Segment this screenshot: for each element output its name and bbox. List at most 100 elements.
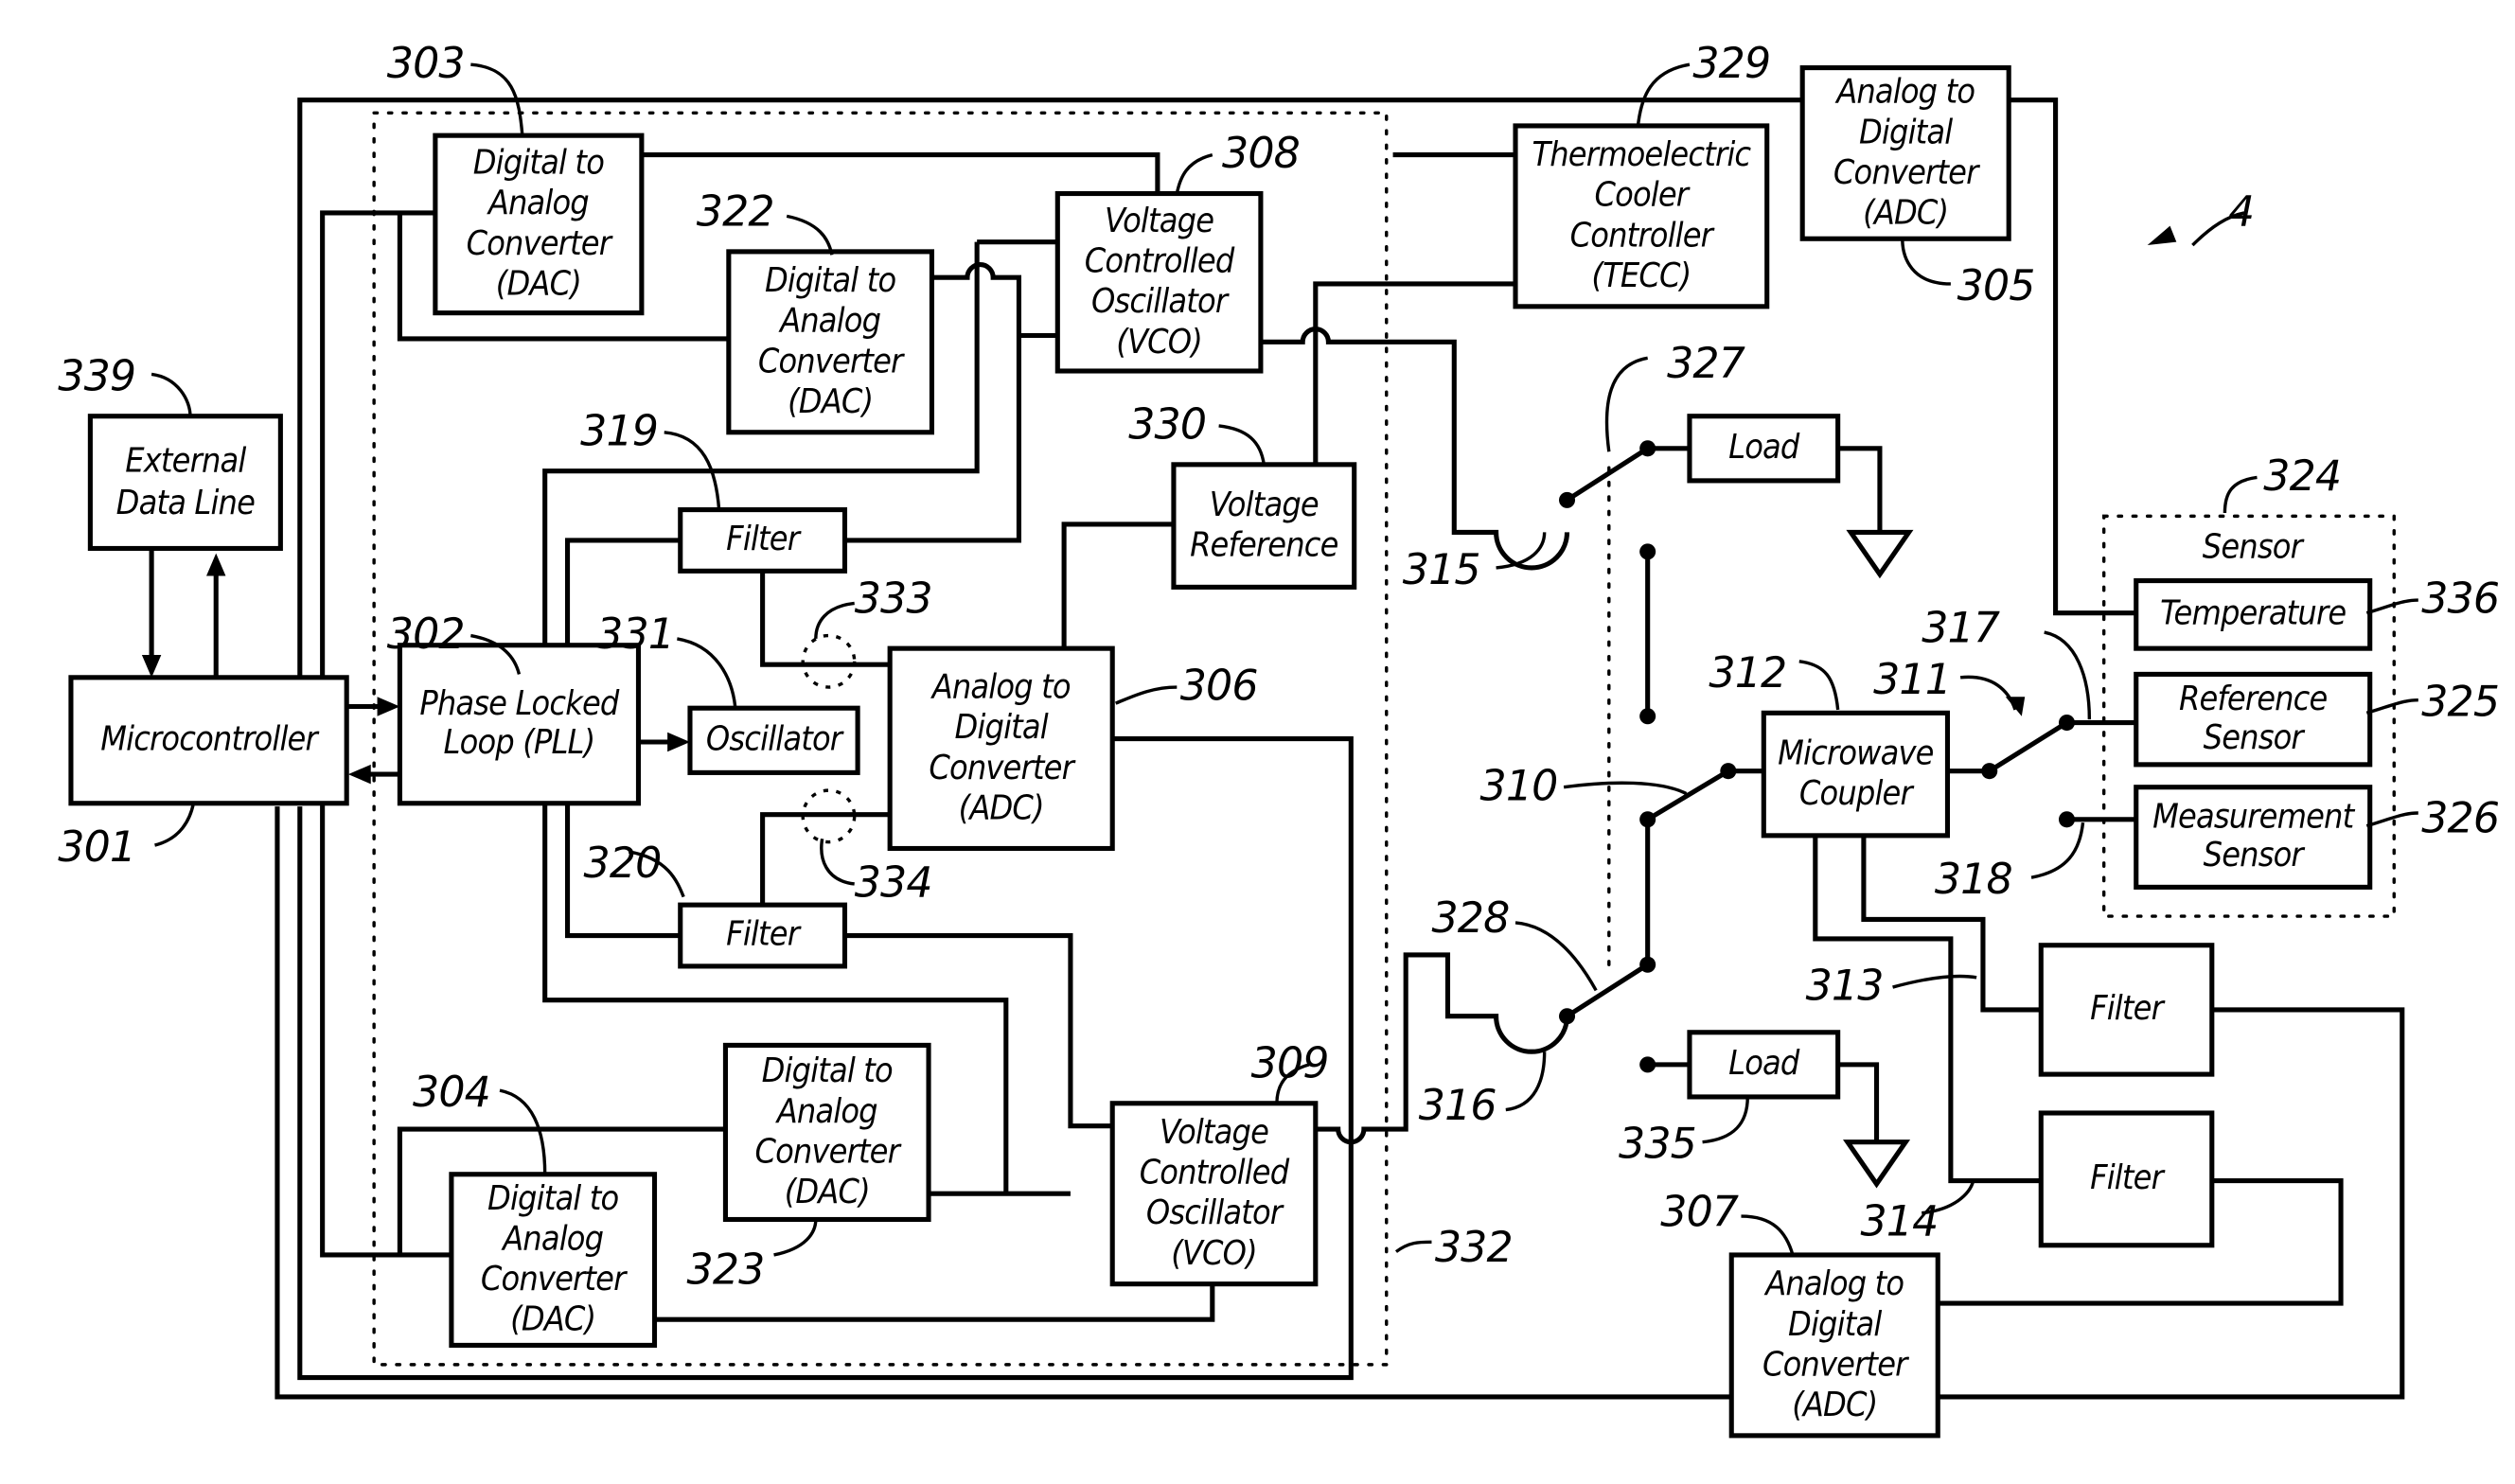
switch-328-arm — [1566, 963, 1650, 1018]
load-bottom-block: Load — [1687, 1030, 1841, 1100]
dac-304-label-line: Analog — [501, 1219, 603, 1258]
tecc-label-line: Thermoelectric — [1532, 135, 1751, 174]
external-data-line-label-line: Data Line — [116, 484, 255, 522]
filter-313-label-line: Filter — [2090, 989, 2166, 1028]
filter-319-label-line: Filter — [726, 520, 802, 558]
switch-328-contact — [1639, 956, 1656, 973]
switch-311-contact — [2058, 715, 2076, 732]
load-bottom-label-line: Load — [1728, 1044, 1800, 1083]
tecc-label-line: (TECC) — [1591, 256, 1691, 295]
filter-314-block: Filter — [2038, 1110, 2215, 1248]
temperature-label-line: Temperature — [2160, 594, 2346, 633]
switch-311-arm — [1988, 720, 2068, 773]
ref-302: 302 — [387, 610, 465, 659]
ref-317: 317 — [1922, 604, 2000, 652]
load-top-label-line: Load — [1728, 428, 1800, 467]
ref-339: 339 — [58, 352, 135, 400]
voltage-reference-block: VoltageReference — [1171, 462, 1357, 590]
vco-308-label-line: (VCO) — [1116, 323, 1202, 362]
switch-328-pivot — [1558, 1008, 1576, 1025]
switch-310-pivot — [1639, 811, 1656, 828]
ref-309: 309 — [1251, 1039, 1329, 1087]
adc-305-block: Analog toDigitalConverter(ADC) — [1799, 65, 2011, 241]
ref-304: 304 — [413, 1069, 490, 1117]
load-top-block: Load — [1687, 414, 1841, 484]
switch-link-top — [1639, 543, 1656, 560]
dac-303-label-line: Analog — [487, 184, 589, 222]
external-data-line-block: ExternalData Line — [87, 414, 283, 552]
adc-307-label-line: Digital — [1788, 1305, 1882, 1344]
adc-305-label-line: Digital — [1859, 113, 1953, 151]
dac-323-label-line: (DAC) — [785, 1173, 870, 1211]
adc-305-label-line: Converter — [1833, 153, 1980, 192]
dac-304-label-line: (DAC) — [510, 1300, 595, 1339]
wire-adc305-temperature — [2007, 97, 2136, 616]
tecc-label-line: Controller — [1570, 216, 1715, 255]
reference-sensor-label-line: Sensor — [2204, 718, 2306, 757]
switch-310-arm — [1646, 768, 1730, 822]
filter-320-label-line: Filter — [726, 915, 802, 954]
dac-303-block: Digital toAnalogConverter(DAC) — [433, 132, 645, 316]
adc-307-label-line: Analog to — [1763, 1264, 1904, 1303]
adc-306-label-line: (ADC) — [959, 788, 1044, 827]
switch-311-pivot — [1981, 763, 1998, 780]
adc-305-label-line: Analog to — [1834, 73, 1975, 112]
arrowhead-mcu-to-ext — [206, 553, 226, 576]
vco-309-label-line: Voltage — [1160, 1113, 1268, 1152]
dac-304-label-line: Converter — [481, 1260, 628, 1298]
ref-333: 333 — [855, 575, 932, 624]
ref-327: 327 — [1667, 340, 1745, 388]
temperature-block: Temperature — [2134, 578, 2373, 651]
ref-310: 310 — [1480, 762, 1558, 810]
adc-306-label-line: Analog to — [930, 668, 1071, 707]
ref-307: 307 — [1660, 1188, 1739, 1236]
adc-306-label-line: Digital — [955, 708, 1049, 747]
microwave-coupler-label-line: Microwave — [1778, 733, 1934, 772]
ref-319: 319 — [580, 407, 658, 455]
adc-306-label-line: Converter — [929, 749, 1075, 787]
measurement-sensor-block: MeasurementSensor — [2134, 785, 2373, 890]
ref-335: 335 — [1619, 1121, 1696, 1169]
dac-322-label-line: Converter — [758, 342, 905, 380]
vco-308-block: VoltageControlledOscillator(VCO) — [1054, 190, 1264, 374]
vco-309-label-line: Controlled — [1140, 1154, 1290, 1192]
filter-313-block: Filter — [2038, 943, 2215, 1077]
vco-308-label-line: Controlled — [1085, 242, 1235, 281]
ref-334: 334 — [855, 859, 932, 908]
dac-323-label-line: Converter — [754, 1132, 901, 1171]
figure-pointer-arrowhead — [2147, 225, 2177, 246]
wire-mcu-dac304 — [320, 803, 452, 1258]
ref-330: 330 — [1128, 401, 1206, 450]
dac-323-label-line: Analog — [775, 1092, 877, 1131]
wire-loadbottom-ground — [1837, 1062, 1880, 1142]
block-diagram: Microcontroller Phase LockedLoop (PLL) Dig… — [58, 40, 2500, 1439]
ref-301: 301 — [58, 823, 135, 872]
switch-link-bottom — [1639, 708, 1656, 725]
ref-318: 318 — [1935, 856, 2012, 904]
adc-307-label-line: (ADC) — [1792, 1386, 1877, 1424]
dac-303-label-line: (DAC) — [496, 264, 581, 303]
switch-311-pointer-arrowhead — [2005, 697, 2026, 716]
terminal-318 — [2058, 811, 2076, 828]
filter-319-block: Filter — [678, 507, 848, 574]
ref-329: 329 — [1692, 40, 1770, 88]
ref-326: 326 — [2421, 794, 2499, 842]
sensor-group-title: Sensor — [2203, 528, 2305, 567]
vco-308-label-line: Voltage — [1105, 202, 1213, 240]
ref-322: 322 — [697, 188, 774, 237]
ref-306: 306 — [1180, 662, 1258, 711]
dac-323-block: Digital toAnalogConverter(DAC) — [722, 1042, 931, 1223]
vco-309-label-line: (VCO) — [1171, 1234, 1257, 1273]
adc-307-block: Analog toDigitalConverter(ADC) — [1728, 1252, 1940, 1439]
ref-308: 308 — [1222, 130, 1300, 178]
voltage-reference-label-line: Voltage — [1210, 486, 1319, 524]
vco-309-block: VoltageControlledOscillator(VCO) — [1109, 1101, 1319, 1287]
dac-322-label-line: Digital to — [765, 261, 895, 300]
figure-number: 4 — [2228, 188, 2254, 237]
wire-loadtop-ground — [1837, 446, 1883, 533]
dac-304-block: Digital toAnalogConverter(DAC) — [449, 1172, 658, 1348]
dac-303-label-line: Digital to — [473, 144, 604, 183]
microcontroller-label-line: Microcontroller — [100, 720, 319, 759]
measurement-sensor-label-line: Sensor — [2204, 836, 2306, 874]
ref-328: 328 — [1431, 894, 1509, 943]
